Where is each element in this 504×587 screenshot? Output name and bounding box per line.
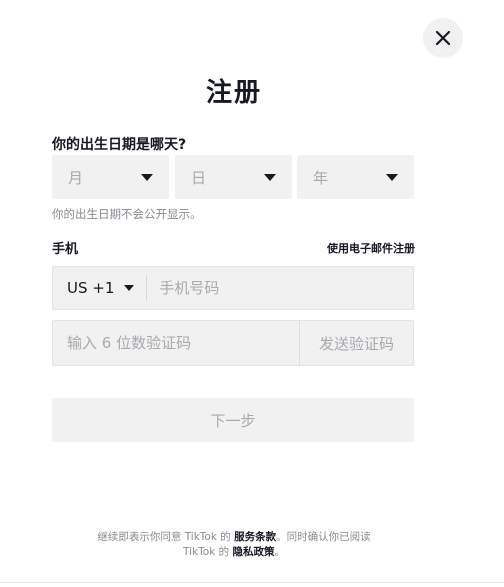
birthday-hint: 你的出生日期不会公开显示。	[52, 207, 202, 221]
phone-field: US +1	[52, 266, 414, 310]
month-placeholder: 月	[68, 168, 84, 187]
month-select[interactable]: 月	[52, 155, 169, 199]
footer-text: 。同时确认你已阅读	[276, 531, 371, 543]
next-button[interactable]: 下一步	[52, 398, 414, 442]
day-placeholder: 日	[191, 168, 207, 187]
footer-text: 继续即表示你同意 TikTok 的	[97, 531, 235, 543]
close-button[interactable]	[423, 18, 463, 58]
footer-line-2: TikTok 的 隐私政策。	[0, 545, 468, 560]
caret-down-icon	[124, 285, 135, 291]
caret-down-icon	[386, 173, 398, 181]
day-select[interactable]: 日	[175, 155, 292, 199]
terms-link[interactable]: 服务条款	[234, 531, 276, 543]
footer-line-1: 继续即表示你同意 TikTok 的 服务条款。同时确认你已阅读	[0, 530, 468, 545]
privacy-link[interactable]: 隐私政策	[232, 546, 274, 558]
verification-code-input[interactable]	[53, 321, 299, 365]
birthday-label: 你的出生日期是哪天?	[52, 137, 187, 153]
footer-text: 。	[274, 546, 285, 558]
country-code-value: US +1	[67, 279, 115, 297]
page-title: 注册	[205, 78, 262, 108]
phone-label: 手机	[52, 242, 79, 257]
divider	[0, 582, 504, 583]
terms-footer: 继续即表示你同意 TikTok 的 服务条款。同时确认你已阅读 TikTok 的…	[0, 530, 468, 560]
verification-code-field: 发送验证码	[52, 320, 414, 366]
signup-modal: 注册 你的出生日期是哪天? 月 日 年 你的出生日期不会公开显示。 手机 使用电…	[0, 0, 504, 587]
close-icon	[435, 30, 451, 46]
year-select[interactable]: 年	[297, 155, 414, 199]
caret-down-icon	[141, 173, 153, 181]
email-signup-link[interactable]: 使用电子邮件注册	[327, 240, 415, 256]
phone-number-input[interactable]	[147, 267, 413, 309]
year-placeholder: 年	[313, 168, 329, 187]
footer-text: TikTok 的	[183, 546, 233, 558]
send-code-button[interactable]: 发送验证码	[299, 321, 413, 365]
country-code-select[interactable]: US +1	[53, 275, 148, 301]
caret-down-icon	[264, 173, 276, 181]
